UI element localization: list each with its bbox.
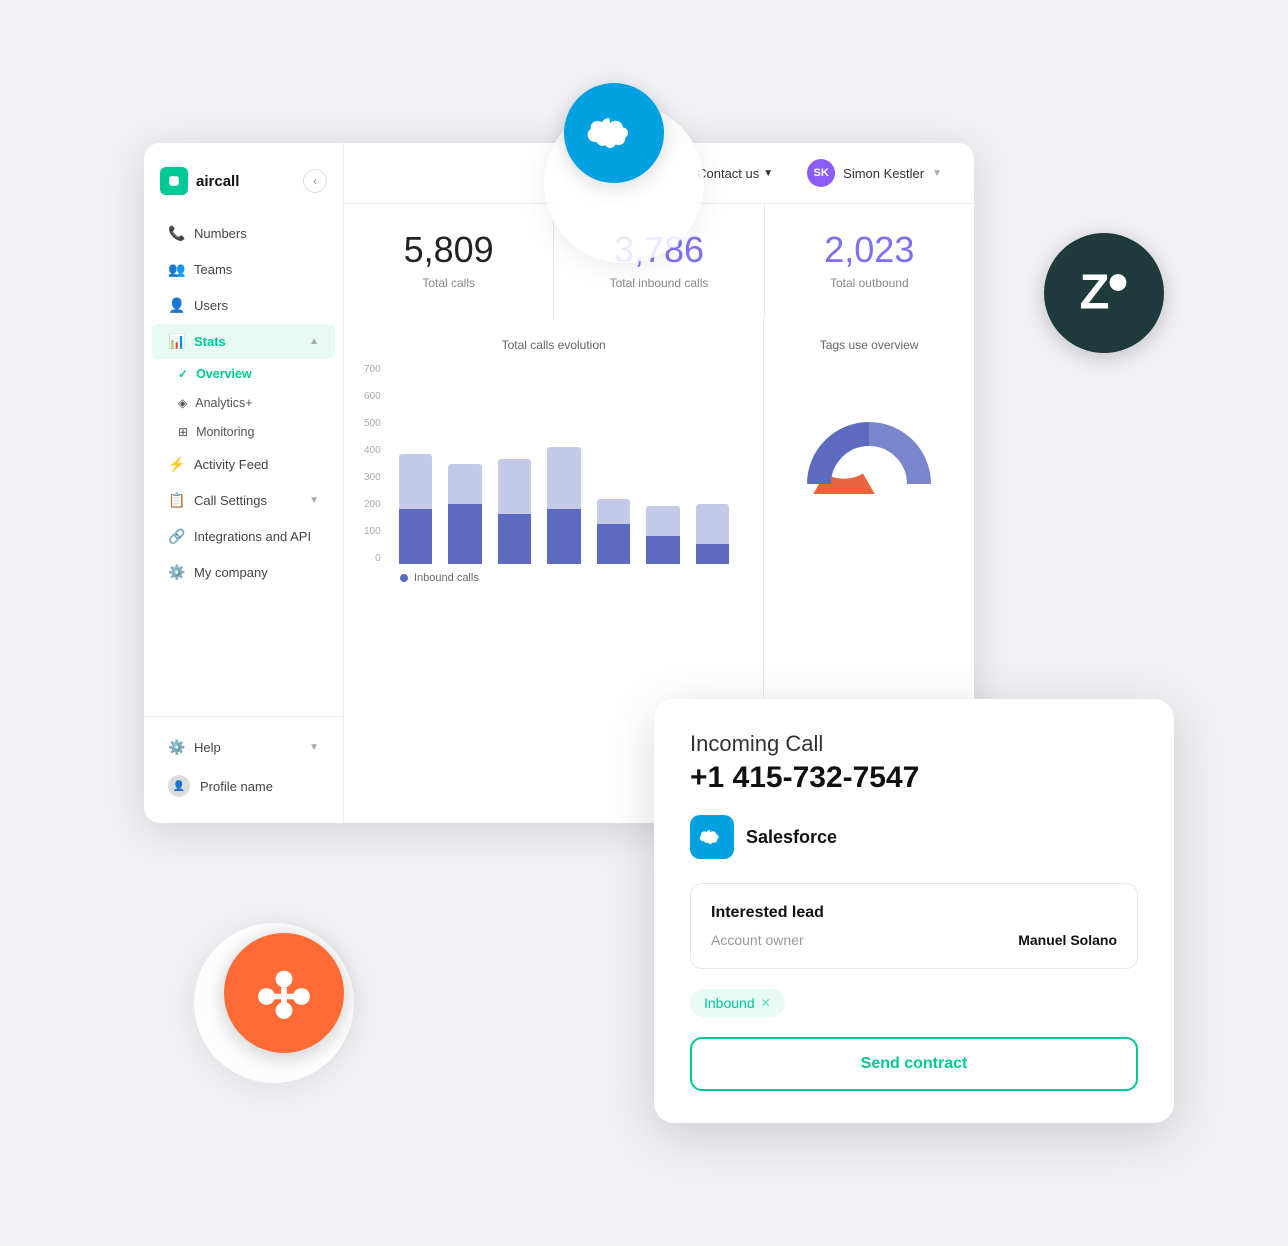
legend-dot-inbound xyxy=(400,574,408,582)
sidebar-item-numbers[interactable]: 📞 Numbers xyxy=(152,216,335,251)
salesforce-badge xyxy=(564,83,664,183)
sidebar-label-callsettings: Call Settings xyxy=(194,493,267,508)
stats-submenu: ✓ Overview ◈ Analytics+ ⊞ Monitoring xyxy=(170,360,343,446)
outbound-calls-number: 2,023 xyxy=(789,232,950,268)
call-phone-number: +1 415-732-7547 xyxy=(690,761,1138,795)
zendesk-badge: Z xyxy=(1044,233,1164,353)
sidebar-item-overview[interactable]: ✓ Overview xyxy=(170,360,343,388)
company-icon: ⚙️ xyxy=(168,564,184,581)
stat-outbound-calls: 2,023 Total outbound xyxy=(765,204,974,318)
lead-title: Interested lead xyxy=(711,904,1117,922)
chart-y-axis: 7006005004003002001000 xyxy=(364,364,385,564)
total-calls-number: 5,809 xyxy=(368,232,529,268)
call-source-name: Salesforce xyxy=(746,827,837,848)
contact-us-label: Contact us xyxy=(697,166,759,181)
sidebar-label-numbers: Numbers xyxy=(194,226,247,241)
lead-card: Interested lead Account owner Manuel Sol… xyxy=(690,883,1138,969)
overview-icon: ✓ xyxy=(178,367,188,381)
app-name: aircall xyxy=(196,173,239,190)
callsettings-icon: 📋 xyxy=(168,492,184,509)
sidebar-item-analytics[interactable]: ◈ Analytics+ xyxy=(170,389,343,417)
user-avatar: SK xyxy=(807,159,835,187)
total-calls-label: Total calls xyxy=(368,276,529,290)
sidebar-label-help: Help xyxy=(194,740,221,755)
salesforce-source-icon xyxy=(690,815,734,859)
chevron-up-icon: ▲ xyxy=(309,336,319,347)
sidebar-label-teams: Teams xyxy=(194,262,232,277)
help-chevron-icon: ▼ xyxy=(309,742,319,753)
sidebar-label-stats: Stats xyxy=(194,334,226,349)
sidebar-label-activity: Activity Feed xyxy=(194,457,268,472)
sidebar-item-callsettings[interactable]: 📋 Call Settings ▼ xyxy=(152,483,335,518)
sidebar-item-help[interactable]: ⚙️ Help ▼ xyxy=(152,730,335,765)
lead-row: Account owner Manuel Solano xyxy=(711,932,1117,948)
inbound-calls-label: Total inbound calls xyxy=(578,276,739,290)
sidebar-label-users: Users xyxy=(194,298,228,313)
aircall-icon xyxy=(160,167,188,195)
sidebar-item-users[interactable]: 👤 Users xyxy=(152,288,335,323)
sidebar-item-profile[interactable]: 👤 Profile name xyxy=(152,766,335,806)
activity-icon: ⚡ xyxy=(168,456,184,473)
users-icon: 👤 xyxy=(168,297,184,314)
sidebar-item-monitoring[interactable]: ⊞ Monitoring xyxy=(170,418,343,446)
stat-total-calls: 5,809 Total calls xyxy=(344,204,553,318)
sidebar-label-integrations: Integrations and API xyxy=(194,529,311,544)
lead-value: Manuel Solano xyxy=(1018,932,1117,948)
send-contract-button[interactable]: Send contract xyxy=(690,1037,1138,1091)
lead-label: Account owner xyxy=(711,932,804,948)
sidebar-item-teams[interactable]: 👥 Teams xyxy=(152,252,335,287)
sidebar-item-integrations[interactable]: 🔗 Integrations and API xyxy=(152,519,335,554)
sidebar-label-overview: Overview xyxy=(196,367,252,381)
sidebar-label-monitoring: Monitoring xyxy=(196,425,254,439)
contact-us-chevron-icon: ▼ xyxy=(763,168,773,179)
legend-label-inbound: Inbound calls xyxy=(414,572,479,584)
back-button[interactable]: ‹ xyxy=(303,169,327,193)
sidebar-item-stats[interactable]: 📊 Stats ▲ xyxy=(152,324,335,359)
call-source: Salesforce xyxy=(690,815,1138,859)
bar-chart xyxy=(385,384,744,564)
sidebar-logo: aircall ‹ xyxy=(144,159,343,215)
sidebar-item-activity[interactable]: ⚡ Activity Feed xyxy=(152,447,335,482)
teams-icon: 👥 xyxy=(168,261,184,278)
analytics-icon: ◈ xyxy=(178,396,187,410)
user-name: Simon Kestler xyxy=(843,166,924,181)
monitoring-icon: ⊞ xyxy=(178,425,188,439)
sidebar-label-company: My company xyxy=(194,565,268,580)
sidebar-bottom: ⚙️ Help ▼ 👤 Profile name xyxy=(144,716,343,807)
user-chevron-icon: ▼ xyxy=(932,168,942,179)
evolution-chart-title: Total calls evolution xyxy=(364,338,743,352)
hubspot-badge xyxy=(224,933,344,1053)
chevron-down-icon: ▼ xyxy=(309,495,319,506)
tag-label: Inbound xyxy=(704,995,755,1011)
tags-chart-title: Tags use overview xyxy=(784,338,954,352)
profile-avatar: 👤 xyxy=(168,775,190,797)
inbound-tag[interactable]: Inbound ✕ xyxy=(690,989,785,1017)
call-title: Incoming Call xyxy=(690,731,1138,757)
integrations-icon: 🔗 xyxy=(168,528,184,545)
donut-chart xyxy=(784,364,954,524)
user-menu[interactable]: SK Simon Kestler ▼ xyxy=(799,155,950,191)
tag-close-icon[interactable]: ✕ xyxy=(761,996,771,1010)
sidebar-item-company[interactable]: ⚙️ My company xyxy=(152,555,335,590)
help-icon: ⚙️ xyxy=(168,739,184,756)
sidebar-label-analytics: Analytics+ xyxy=(195,396,252,410)
sidebar: aircall ‹ 📞 Numbers 👥 Teams 👤 Users 📊 xyxy=(144,143,344,823)
svg-text:Z: Z xyxy=(1080,265,1110,319)
sidebar-label-profile: Profile name xyxy=(200,779,273,794)
phone-icon: 📞 xyxy=(168,225,184,242)
sidebar-nav: 📞 Numbers 👥 Teams 👤 Users 📊 Stats ▲ xyxy=(144,215,343,716)
chart-legend: Inbound calls xyxy=(364,572,743,584)
outbound-calls-label: Total outbound xyxy=(789,276,950,290)
stats-icon: 📊 xyxy=(168,333,184,350)
call-panel: Incoming Call +1 415-732-7547 Salesforce… xyxy=(654,699,1174,1123)
